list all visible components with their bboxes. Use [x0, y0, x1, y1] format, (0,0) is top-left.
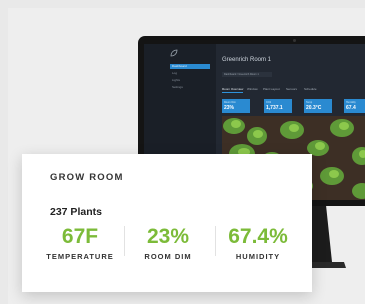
plant-count: 237 Plants: [50, 206, 102, 218]
stat-tile-value: 67.4: [346, 105, 356, 111]
sidebar-item-settings[interactable]: Settings: [170, 85, 210, 90]
stat-tile-value: 23%: [224, 105, 235, 111]
tab-sensors[interactable]: Sensors: [286, 87, 297, 91]
metric-label: HUMIDITY: [235, 252, 281, 261]
tab-schedule[interactable]: Schedule: [304, 87, 317, 91]
sidebar-item-lights[interactable]: Lights: [170, 78, 210, 83]
stat-tile-label: CO2: [266, 101, 272, 104]
stat-tile-value: 20.3°C: [306, 105, 322, 111]
stat-tile-value: 1,737.1: [266, 105, 283, 111]
breadcrumb[interactable]: Dashboard / Greenrich Room 1: [222, 72, 272, 77]
metric-label: ROOM DIM: [144, 252, 192, 261]
stat-tile-label: Humidity: [346, 101, 356, 104]
stat-tile[interactable]: Room Dim 23%: [222, 99, 250, 113]
tab-window[interactable]: Window: [247, 87, 258, 91]
webcam-icon: [293, 39, 296, 42]
stat-tile-label: Temp: [306, 101, 313, 104]
stat-tile-label: Room Dim: [224, 101, 236, 104]
grow-room-card[interactable]: GROW ROOM 237 Plants 67F TEMPERATURE 23%…: [22, 154, 312, 292]
metric-temperature: 67F TEMPERATURE: [34, 224, 126, 261]
sidebar-item-dashboard[interactable]: Dashboard: [170, 64, 210, 69]
metric-value: 23%: [146, 225, 190, 248]
metric-label: TEMPERATURE: [46, 252, 114, 261]
card-title: GROW ROOM: [50, 172, 124, 183]
stat-tile[interactable]: Humidity 67.4: [344, 99, 365, 113]
leaf-logo-icon: [170, 49, 178, 57]
metric-humidity: 67.4% HUMIDITY: [212, 224, 304, 261]
metric-value: 67.4%: [228, 225, 288, 248]
metric-value: 67F: [61, 225, 99, 248]
dashboard-title: Greenrich Room 1: [222, 57, 272, 63]
stat-tile[interactable]: CO2 1,737.1: [264, 99, 292, 113]
tab-plant-layout[interactable]: Plant Layout: [263, 87, 280, 91]
stat-tile[interactable]: Temp 20.3°C: [304, 99, 332, 113]
tab-room-overview[interactable]: Room Overview: [222, 87, 244, 93]
sidebar-item-log[interactable]: Log: [170, 71, 210, 76]
metric-room-dim: 23% ROOM DIM: [122, 224, 214, 261]
